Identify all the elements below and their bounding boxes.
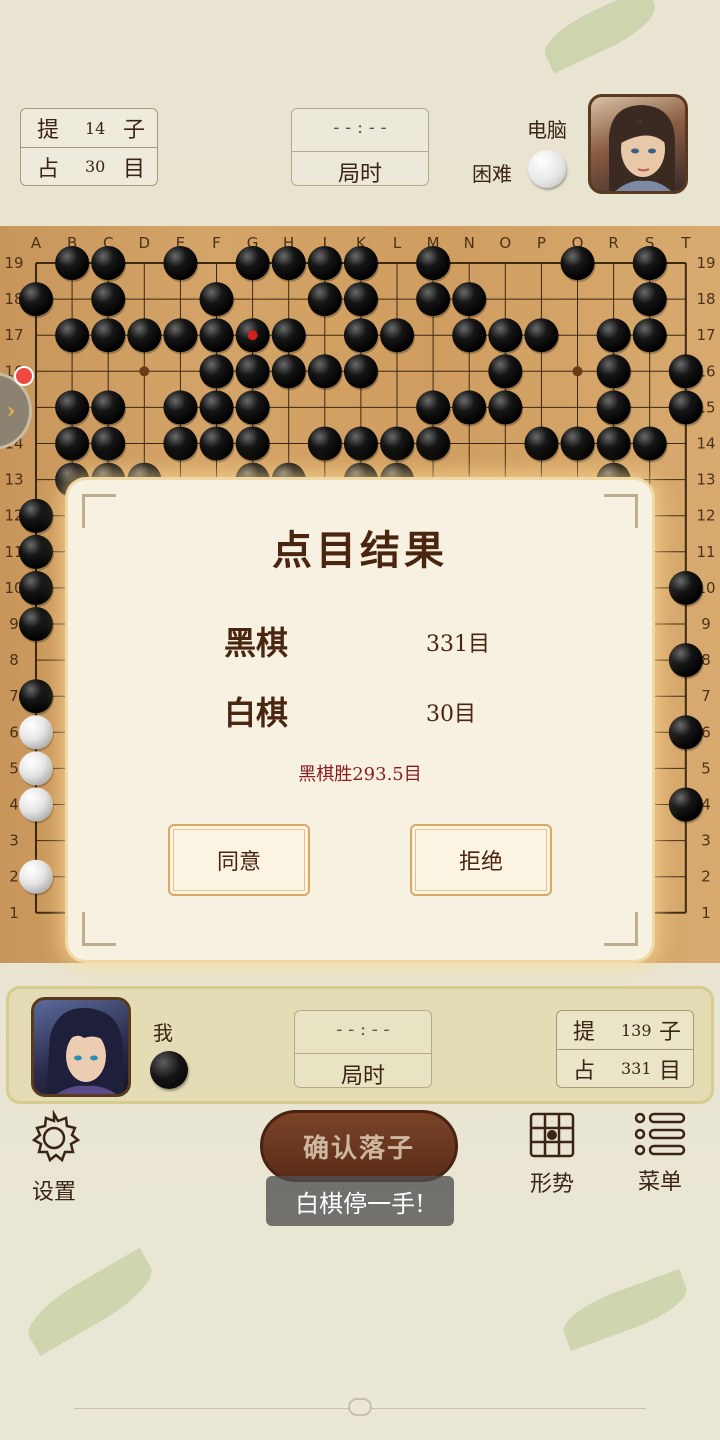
score-result-dialog: 点目结果 黑棋 331目 白棋 30目 黑棋胜293.5目 同意 拒绝 [68, 480, 652, 960]
result-verdict: 黑棋胜293.5目 [298, 764, 422, 785]
corner-ornament [604, 912, 638, 946]
dialog-title: 点目结果 [272, 527, 448, 574]
white-result-score: 30目 [426, 702, 476, 727]
black-result-score: 331目 [426, 632, 490, 657]
agree-button[interactable]: 同意 [168, 824, 310, 896]
corner-ornament [82, 912, 116, 946]
reject-button[interactable]: 拒绝 [410, 824, 552, 896]
white-result-label: 白棋 [224, 694, 289, 732]
black-result-label: 黑棋 [224, 624, 289, 662]
